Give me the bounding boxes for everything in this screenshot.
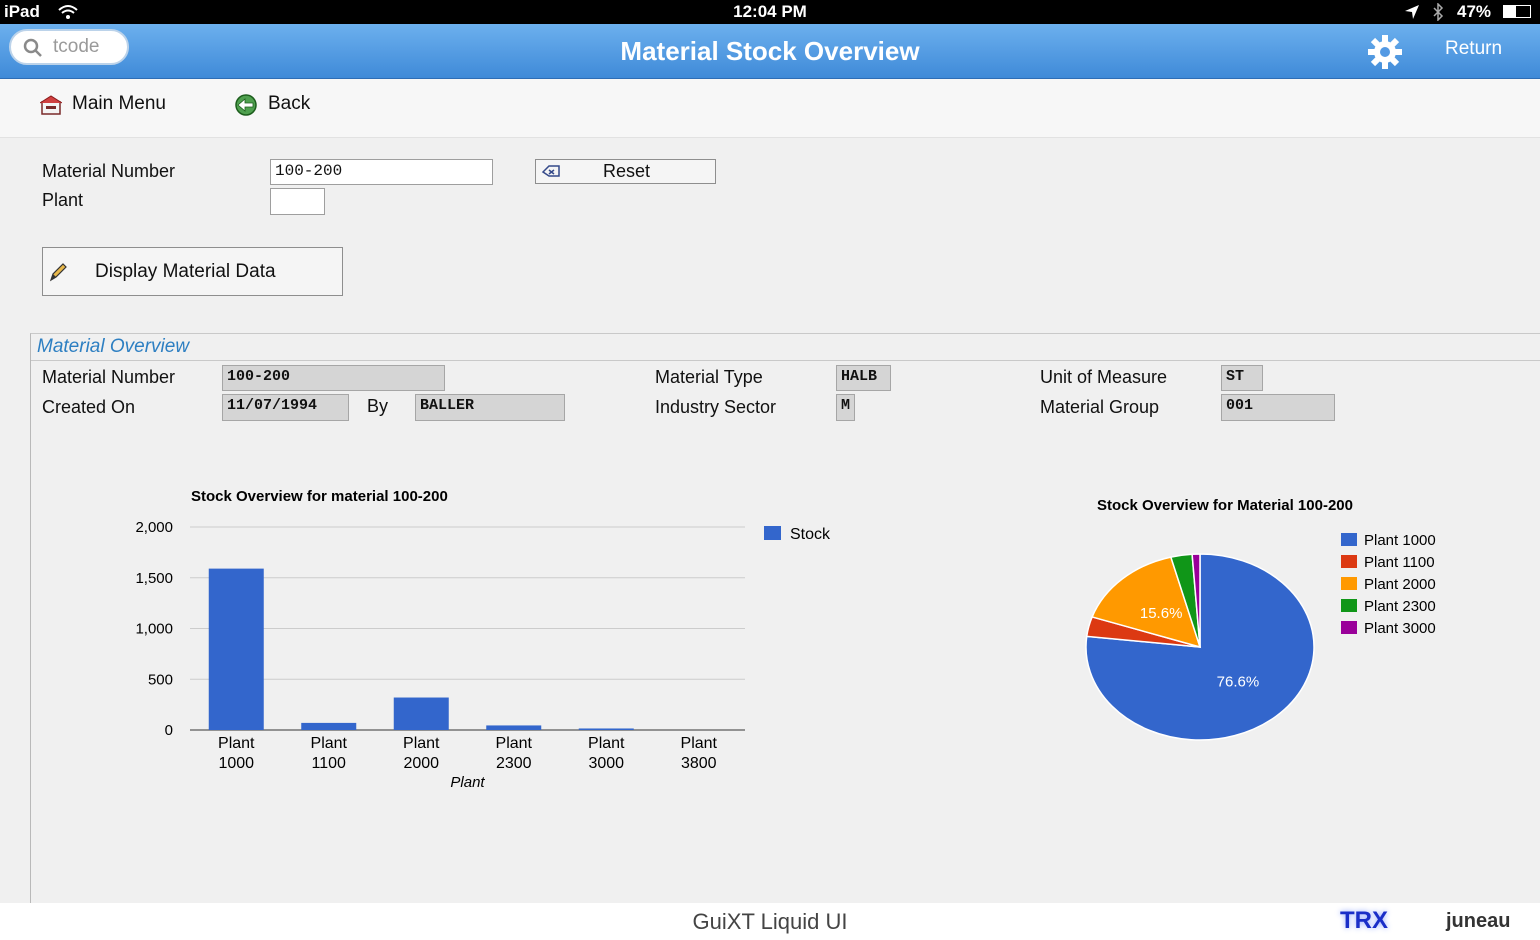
material-group-field: 001	[1221, 394, 1335, 421]
stock-pie-chart: Stock Overview for Material 100-200 76.6%…	[1085, 497, 1436, 741]
created-on-label: Created On	[42, 397, 136, 417]
bar	[393, 697, 449, 730]
legend-label: Plant 1000	[1364, 532, 1436, 549]
ov-material-number-field: 100-200	[222, 365, 445, 391]
bar	[208, 568, 264, 730]
pie-slice-label: 15.6%	[1140, 605, 1183, 622]
x-tick-label-line2: 1100	[312, 755, 347, 772]
trx-logo: TRX	[1340, 907, 1388, 934]
x-tick-label-line1: Plant	[588, 735, 625, 752]
y-tick-label: 1,000	[135, 621, 173, 638]
y-tick-label: 0	[165, 722, 173, 739]
plant-input[interactable]	[270, 188, 325, 215]
by-label: By	[367, 396, 389, 416]
reset-label: Reset	[602, 161, 651, 181]
uom-field: ST	[1221, 365, 1263, 391]
return-button[interactable]: Return	[1445, 38, 1502, 60]
pie-chart-title: Stock Overview for Material 100-200	[1097, 497, 1353, 514]
display-material-data-button[interactable]: Display Material Data	[42, 247, 343, 296]
legend-swatch-stock	[764, 526, 781, 540]
legend-swatch	[1341, 599, 1357, 612]
legend-label: Plant 3000	[1364, 620, 1436, 637]
legend-swatch	[1341, 533, 1357, 546]
created-on-field: 11/07/1994	[222, 394, 349, 421]
legend-label: Plant 1100	[1364, 554, 1435, 571]
pie-slice-label: 76.6%	[1217, 674, 1260, 691]
material-type-field: HALB	[836, 365, 891, 391]
x-tick-label-line1: Plant	[681, 735, 718, 752]
material-type-label: Material Type	[655, 367, 763, 387]
legend-swatch	[1341, 555, 1357, 568]
industry-sector-field: M	[836, 394, 855, 421]
section-title: Material Overview	[37, 336, 190, 357]
material-number-input[interactable]: 100-200	[270, 159, 493, 185]
y-tick-label: 1,500	[135, 570, 173, 587]
bar	[486, 725, 542, 730]
pencil-icon	[49, 263, 67, 282]
gear-icon[interactable]	[1365, 32, 1405, 72]
bar-chart-title: Stock Overview for material 100-200	[191, 488, 448, 505]
y-tick-label: 2,000	[135, 519, 173, 536]
footer: GuiXT Liquid UI TRX juneau	[0, 903, 1540, 940]
battery-icon	[1503, 5, 1531, 18]
status-bar: iPad 12:04 PM 47%	[0, 0, 1540, 24]
clock: 12:04 PM	[733, 2, 807, 21]
x-tick-label-line1: Plant	[311, 735, 348, 752]
material-group-label: Material Group	[1040, 397, 1160, 417]
home-icon	[40, 95, 62, 115]
back-arrow-icon	[235, 94, 257, 116]
x-axis-label: Plant	[450, 774, 485, 791]
x-tick-label-line2: 2300	[496, 755, 532, 772]
toolbar: Main Menu Back	[0, 79, 1540, 138]
main-menu-button[interactable]: Main Menu	[38, 93, 188, 121]
x-tick-label-line1: Plant	[496, 735, 533, 752]
legend-swatch	[1341, 621, 1357, 634]
location-icon	[1405, 5, 1419, 19]
y-tick-label: 500	[148, 671, 173, 688]
footer-title: GuiXT Liquid UI	[692, 909, 848, 934]
page-title: Material Stock Overview	[620, 36, 920, 66]
uom-label: Unit of Measure	[1040, 367, 1168, 387]
industry-sector-label: Industry Sector	[655, 397, 777, 417]
main-menu-label: Main Menu	[72, 93, 166, 114]
juneau-logo: juneau	[1446, 910, 1511, 932]
reset-button[interactable]: Reset	[535, 159, 716, 184]
plant-label: Plant	[42, 190, 84, 210]
created-by-field: BALLER	[415, 394, 565, 421]
bluetooth-icon	[1433, 3, 1444, 21]
legend-label-stock: Stock	[790, 526, 831, 543]
x-tick-label-line1: Plant	[403, 735, 440, 752]
legend-label: Plant 2000	[1364, 576, 1436, 593]
back-button[interactable]: Back	[233, 93, 323, 121]
group-divider	[31, 360, 1540, 361]
x-tick-label-line2: 3800	[681, 755, 717, 772]
x-tick-label-line2: 1000	[218, 755, 254, 772]
stock-bar-chart: Stock Overview for material 100-200 0 500 1…	[135, 488, 831, 791]
x-tick-label-line1: Plant	[218, 735, 255, 752]
back-label: Back	[268, 93, 311, 114]
legend-swatch	[1341, 577, 1357, 590]
display-material-data-label: Display Material Data	[95, 261, 276, 282]
x-tick-label-line2: 3000	[588, 755, 624, 772]
nav-bar: tcode Material Stock Overview Return	[0, 24, 1540, 79]
battery-percent: 47%	[1457, 2, 1492, 21]
legend-label: Plant 2300	[1364, 598, 1436, 615]
ov-material-number-label: Material Number	[42, 367, 176, 387]
x-tick-label-line2: 2000	[403, 755, 439, 772]
material-number-label: Material Number	[42, 161, 176, 181]
bar	[301, 722, 357, 730]
bar	[578, 728, 634, 730]
